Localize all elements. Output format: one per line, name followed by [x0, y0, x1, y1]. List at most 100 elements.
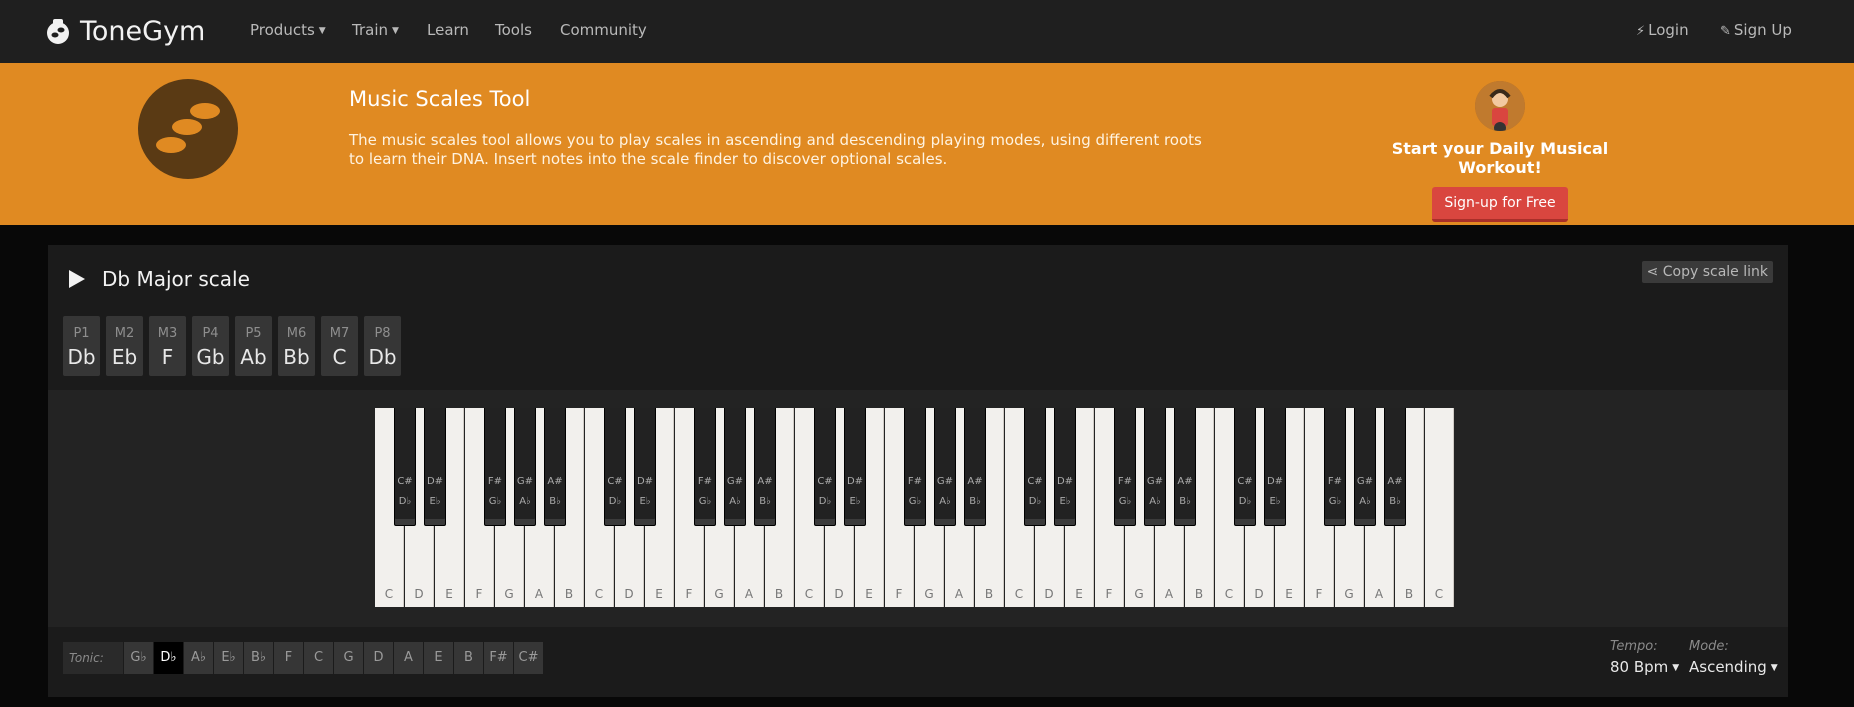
nav-tools[interactable]: Tools: [495, 21, 532, 39]
interval-card[interactable]: P8 Db: [364, 316, 401, 376]
black-key[interactable]: A# B♭: [1174, 408, 1196, 526]
black-key-flat-label: E♭: [429, 496, 441, 507]
black-key[interactable]: D# E♭: [634, 408, 656, 526]
black-key[interactable]: G# A♭: [1144, 408, 1166, 526]
white-key-label: C: [1014, 587, 1024, 601]
black-key[interactable]: F# G♭: [484, 408, 506, 526]
interval-card[interactable]: M2 Eb: [106, 316, 143, 376]
nav-learn[interactable]: Learn: [427, 21, 469, 39]
white-key-label: B: [1404, 587, 1414, 601]
black-key-sharp-label: D#: [1056, 476, 1074, 487]
black-key[interactable]: F# G♭: [694, 408, 716, 526]
interval-card[interactable]: M6 Bb: [278, 316, 315, 376]
black-key[interactable]: D# E♭: [1264, 408, 1286, 526]
signup-link[interactable]: ✎ Sign Up: [1720, 21, 1792, 39]
black-key-sharp-label: C#: [397, 476, 413, 487]
chevron-down-icon: ▼: [318, 26, 326, 36]
interval-note: Eb: [111, 345, 138, 369]
nav-train[interactable]: Train ▼: [352, 21, 399, 39]
black-key-sharp-label: F#: [487, 476, 503, 487]
black-key-flat-label: A♭: [1359, 496, 1371, 507]
tonic-button[interactable]: F#: [483, 642, 513, 674]
tonic-button[interactable]: D♭: [153, 642, 183, 674]
pencil-icon: ✎: [1720, 24, 1731, 39]
login-link[interactable]: ⚡ Login: [1636, 21, 1689, 39]
interval-degree: M3: [157, 326, 178, 341]
piano-keyboard: C D E F G A B C D E F G A B C D E F G A B C D E F G A B C D E F G A B C C# D♭…: [375, 408, 1456, 609]
interval-card[interactable]: M7 C: [321, 316, 358, 376]
black-key[interactable]: D# E♭: [844, 408, 866, 526]
nav-products[interactable]: Products ▼: [250, 21, 326, 39]
signup-free-button[interactable]: Sign-up for Free: [1432, 187, 1568, 222]
interval-degree: P8: [374, 326, 391, 341]
tonic-button[interactable]: C#: [513, 642, 543, 674]
black-key[interactable]: C# D♭: [394, 408, 416, 526]
interval-card[interactable]: P4 Gb: [192, 316, 229, 376]
tonic-button[interactable]: D: [363, 642, 393, 674]
black-key[interactable]: C# D♭: [1234, 408, 1256, 526]
black-key[interactable]: F# G♭: [904, 408, 926, 526]
black-key-sharp-label: C#: [1237, 476, 1253, 487]
black-key-flat-label: G♭: [908, 496, 922, 507]
white-key-label: C: [594, 587, 604, 601]
black-key[interactable]: C# D♭: [1024, 408, 1046, 526]
black-key-sharp-label: A#: [1177, 476, 1193, 487]
tonic-button[interactable]: B♭: [243, 642, 273, 674]
white-key-label: B: [1194, 587, 1204, 601]
brand-logo[interactable]: ToneGym: [46, 14, 205, 48]
plug-icon: ⚡: [1636, 24, 1646, 39]
black-key[interactable]: F# G♭: [1324, 408, 1346, 526]
black-key[interactable]: G# A♭: [1354, 408, 1376, 526]
white-key-label: D: [414, 587, 424, 601]
interval-card[interactable]: M3 F: [149, 316, 186, 376]
tonic-button[interactable]: F: [273, 642, 303, 674]
white-key-label: F: [1315, 587, 1323, 601]
white-key-label: D: [624, 587, 634, 601]
white-key[interactable]: C: [1425, 408, 1454, 607]
white-key-label: D: [834, 587, 844, 601]
tonic-button[interactable]: G: [333, 642, 363, 674]
interval-card[interactable]: P5 Ab: [235, 316, 272, 376]
nav-community[interactable]: Community: [560, 21, 647, 39]
white-key-label: A: [534, 587, 544, 601]
tempo-dropdown[interactable]: 80 Bpm ▼: [1610, 658, 1679, 676]
play-icon[interactable]: [68, 269, 86, 289]
tonic-button[interactable]: A♭: [183, 642, 213, 674]
scale-intervals: P1 Db M2 Eb M3 F P4 Gb P5 Ab M6 Bb M7 C P8 Db: [63, 316, 407, 376]
nav-train-label: Train: [352, 21, 388, 39]
black-key-sharp-label: C#: [817, 476, 833, 487]
tonic-button[interactable]: C: [303, 642, 333, 674]
black-key[interactable]: A# B♭: [754, 408, 776, 526]
chevron-down-icon: ▼: [1672, 663, 1680, 673]
black-key[interactable]: D# E♭: [1054, 408, 1076, 526]
mode-dropdown[interactable]: Ascending ▼: [1689, 658, 1778, 676]
black-key-sharp-label: F#: [907, 476, 923, 487]
black-key[interactable]: A# B♭: [544, 408, 566, 526]
mode-control[interactable]: Mode: Ascending ▼: [1689, 639, 1778, 676]
tonic-button[interactable]: A: [393, 642, 423, 674]
black-key[interactable]: G# A♭: [514, 408, 536, 526]
tempo-control[interactable]: Tempo: 80 Bpm ▼: [1610, 639, 1679, 676]
white-key-label: C: [384, 587, 394, 601]
nav-products-label: Products: [250, 21, 315, 39]
black-key[interactable]: D# E♭: [424, 408, 446, 526]
scales-tool-icon: [138, 79, 238, 179]
black-key-flat-label: E♭: [1059, 496, 1071, 507]
tonic-button[interactable]: E: [423, 642, 453, 674]
black-key-flat-label: D♭: [1028, 496, 1042, 507]
tonic-button[interactable]: B: [453, 642, 483, 674]
scale-title: Db Major scale: [102, 267, 250, 291]
black-key[interactable]: G# A♭: [934, 408, 956, 526]
tonic-button[interactable]: E♭: [213, 642, 243, 674]
tool-banner: Music Scales Tool The music scales tool …: [0, 63, 1854, 225]
copy-scale-link-button[interactable]: ⋖ Copy scale link: [1641, 261, 1773, 283]
black-key[interactable]: F# G♭: [1114, 408, 1136, 526]
black-key[interactable]: A# B♭: [1384, 408, 1406, 526]
black-key[interactable]: G# A♭: [724, 408, 746, 526]
tonic-button[interactable]: G♭: [123, 642, 153, 674]
interval-card[interactable]: P1 Db: [63, 316, 100, 376]
black-key-sharp-label: G#: [936, 476, 954, 487]
black-key[interactable]: A# B♭: [964, 408, 986, 526]
black-key[interactable]: C# D♭: [814, 408, 836, 526]
black-key[interactable]: C# D♭: [604, 408, 626, 526]
